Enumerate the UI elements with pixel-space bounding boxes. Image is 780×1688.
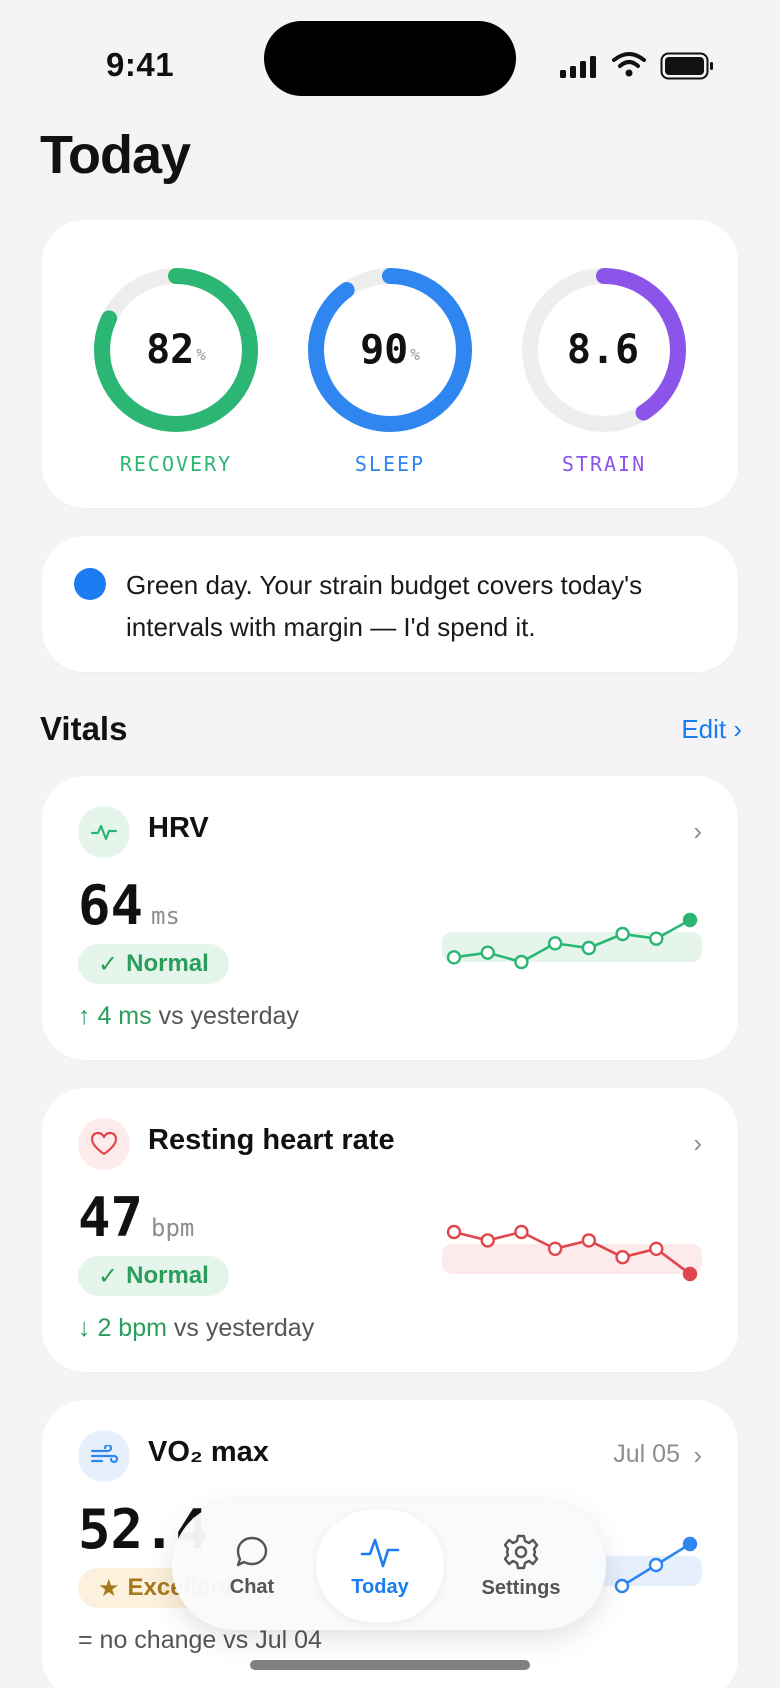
page-title: Today bbox=[40, 125, 191, 185]
hrv-delta-value: ↑ 4 ms bbox=[78, 1002, 152, 1030]
hrv-name: HRV bbox=[148, 812, 209, 844]
sleep-label: SLEEP bbox=[354, 452, 426, 476]
gear-icon bbox=[503, 1534, 539, 1569]
sleep-value: 90 bbox=[360, 327, 409, 373]
cellular-signal-icon bbox=[560, 56, 596, 78]
sparkline-point bbox=[682, 912, 698, 928]
sparkline-point bbox=[682, 1266, 698, 1282]
status-bar: 9:41 bbox=[0, 0, 780, 120]
tab-settings[interactable]: Settings bbox=[458, 1510, 584, 1622]
hrv-unit: ms bbox=[151, 902, 180, 930]
sleep-unit: % bbox=[410, 344, 420, 364]
sparkline-point bbox=[682, 1536, 698, 1552]
pulse-icon bbox=[78, 806, 130, 858]
check-icon: ✓ bbox=[98, 1262, 119, 1290]
vo2-delta-text: = no change vs Jul 04 bbox=[78, 1626, 322, 1654]
sparkline-point bbox=[649, 931, 664, 946]
sparkline-point bbox=[615, 1250, 630, 1265]
check-icon: ✓ bbox=[98, 950, 119, 978]
sleep-ring[interactable]: 90% bbox=[304, 264, 476, 436]
sparkline-point bbox=[614, 1578, 630, 1594]
vo2-name: VO₂ max bbox=[148, 1436, 269, 1468]
tab-bar: Chat Today Settings bbox=[172, 1502, 606, 1630]
vo2-delta: = no change vs Jul 04 bbox=[78, 1626, 322, 1655]
rhr-delta: ↓ 2 bpm vs yesterday bbox=[78, 1314, 314, 1343]
heart-icon bbox=[78, 1118, 130, 1170]
battery-icon bbox=[660, 52, 713, 80]
strain-label: STRAIN bbox=[561, 452, 647, 476]
sparkline-point bbox=[615, 926, 630, 942]
sparkline-point bbox=[446, 950, 462, 965]
hrv-status-badge: ✓ Normal bbox=[78, 944, 229, 984]
sparkline-point bbox=[480, 945, 495, 960]
rhr-status: Normal bbox=[126, 1262, 209, 1289]
coach-status-dot bbox=[74, 568, 106, 600]
rhr-delta-value: ↓ 2 bpm bbox=[78, 1314, 167, 1342]
tab-today-label: Today bbox=[351, 1575, 409, 1598]
tab-chat-label: Chat bbox=[229, 1575, 275, 1598]
chevron-right-icon[interactable]: › bbox=[693, 1440, 702, 1471]
rhr-value: 47 bbox=[78, 1186, 144, 1249]
hrv-status: Normal bbox=[126, 950, 209, 977]
tab-settings-label: Settings bbox=[481, 1576, 561, 1599]
resting-heart-rate-card[interactable]: Resting heart rate › 47 bpm ✓ Normal ↓ 2 b… bbox=[42, 1088, 738, 1372]
sparkline-point bbox=[514, 954, 529, 970]
hrv-delta-text: vs yesterday bbox=[151, 1002, 299, 1030]
hrv-value: 64 bbox=[78, 874, 144, 937]
sparkline-point bbox=[648, 1557, 664, 1573]
sparkline-point bbox=[480, 1233, 495, 1248]
sparkline-point bbox=[547, 936, 563, 951]
vo2-date: Jul 05 bbox=[613, 1440, 680, 1468]
hrv-sparkline bbox=[442, 912, 702, 970]
sparkline-point bbox=[649, 1241, 664, 1256]
sparkline-point bbox=[581, 940, 597, 956]
insight-text: Green day. Your strain budget covers tod… bbox=[126, 570, 643, 642]
sparkline-point bbox=[446, 1224, 462, 1240]
rhr-unit: bpm bbox=[151, 1214, 195, 1242]
strain-ring[interactable]: 8.6 bbox=[518, 264, 690, 436]
summary-rings-card[interactable]: 82% RECOVERY 90% SLEEP 8.6 STRAIN bbox=[42, 220, 738, 508]
vitals-section-title: Vitals bbox=[40, 710, 128, 747]
dynamic-island bbox=[264, 21, 516, 96]
tab-today[interactable]: Today bbox=[316, 1510, 444, 1622]
strain-value: 8.6 bbox=[566, 327, 640, 373]
rhr-status-badge: ✓ Normal bbox=[78, 1256, 229, 1296]
chat-bubble-icon bbox=[236, 1536, 268, 1566]
sparkline-point bbox=[514, 1224, 529, 1240]
sparkline-point bbox=[581, 1233, 597, 1248]
recovery-ring[interactable]: 82% bbox=[90, 264, 262, 436]
star-icon: ★ bbox=[98, 1574, 120, 1602]
activity-icon bbox=[360, 1538, 400, 1567]
chevron-right-icon[interactable]: › bbox=[693, 816, 702, 847]
recovery-value: 82 bbox=[146, 327, 195, 373]
coach-insight-card[interactable]: Green day. Your strain budget covers tod… bbox=[42, 536, 738, 672]
recovery-unit: % bbox=[196, 344, 206, 364]
sparkline-point bbox=[547, 1241, 563, 1256]
rhr-sparkline bbox=[442, 1224, 702, 1282]
rhr-delta-text: vs yesterday bbox=[166, 1314, 315, 1342]
hrv-delta: ↑ 4 ms vs yesterday bbox=[78, 1002, 299, 1031]
chevron-right-icon[interactable]: › bbox=[693, 1128, 702, 1159]
edit-vitals-link[interactable]: Edit › bbox=[681, 714, 742, 745]
hrv-card[interactable]: HRV › 64 ms ✓ Normal ↑ 4 ms vs yesterday bbox=[42, 776, 738, 1060]
wifi-icon bbox=[612, 52, 646, 77]
tab-chat[interactable]: Chat bbox=[194, 1510, 310, 1622]
recovery-label: RECOVERY bbox=[119, 452, 233, 476]
rhr-name: Resting heart rate bbox=[148, 1124, 395, 1156]
home-indicator bbox=[250, 1660, 530, 1670]
status-time: 9:41 bbox=[106, 46, 175, 83]
wind-icon bbox=[78, 1430, 130, 1482]
